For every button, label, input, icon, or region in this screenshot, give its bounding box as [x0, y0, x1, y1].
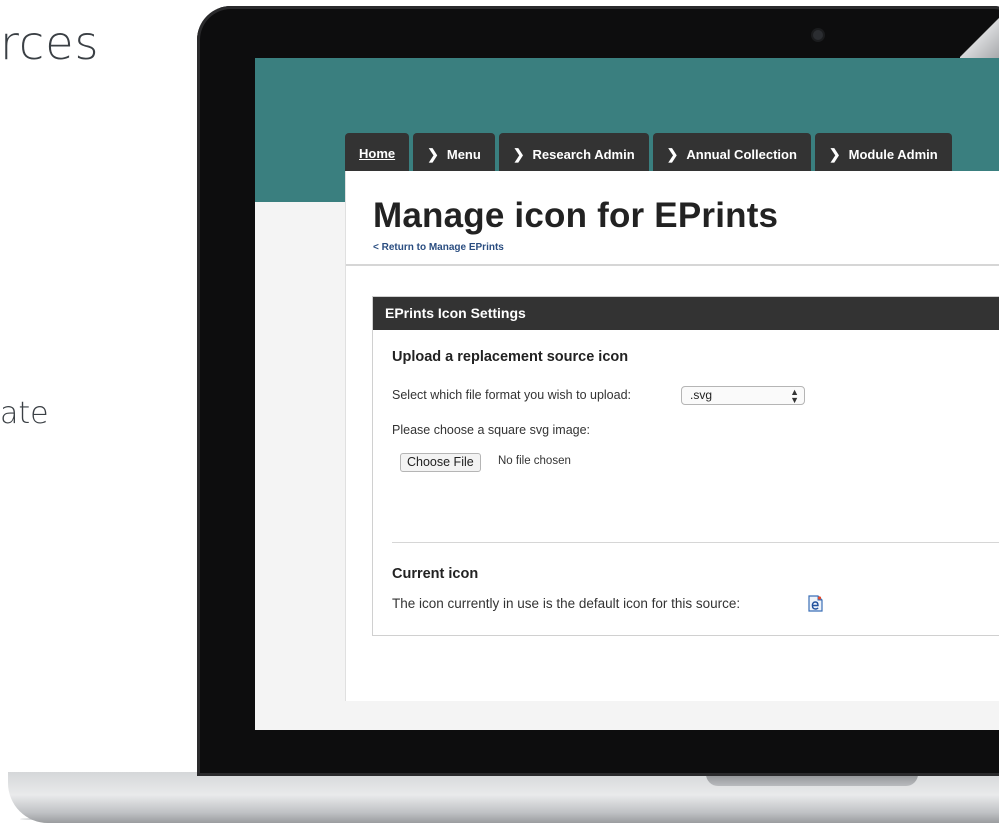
tab-research-admin[interactable]: ❯ Research Admin: [498, 133, 649, 171]
tab-home[interactable]: Home: [345, 133, 410, 171]
tab-module-admin-label: Module Admin: [848, 147, 938, 162]
panel-header: EPrints Icon Settings: [373, 297, 999, 330]
tab-module-admin[interactable]: ❯ Module Admin: [814, 133, 952, 171]
format-select[interactable]: .svg ▲ ▼: [681, 386, 805, 405]
current-icon-text: The icon currently in use is the default…: [392, 596, 741, 611]
bezel-glare: [960, 6, 999, 58]
select-arrows-icon: ▲ ▼: [790, 387, 799, 405]
chevron-right-icon: ❯: [666, 146, 679, 162]
tab-research-admin-label: Research Admin: [532, 147, 635, 162]
page-title: Manage icon for EPrints: [373, 196, 779, 235]
icon-settings-panel: EPrints Icon Settings Upload a replaceme…: [372, 296, 999, 636]
laptop-screen: Home ❯ Menu ❯ Research Admin ❯ Annual Colle…: [255, 58, 999, 730]
return-link[interactable]: < Return to Manage EPrints: [373, 242, 504, 253]
tab-annual-collection[interactable]: ❯ Annual Collection: [652, 133, 811, 171]
tab-annual-collection-label: Annual Collection: [686, 147, 797, 162]
choose-prompt: Please choose a square svg image:: [392, 423, 591, 437]
file-status: No file chosen: [498, 455, 571, 467]
format-select-value: .svg: [690, 388, 713, 402]
chevron-right-icon: ❯: [427, 146, 439, 162]
slide-title-fragment: rces: [0, 16, 100, 70]
camera-icon: [813, 30, 823, 40]
eprints-icon: [808, 595, 823, 612]
main-content: Manage icon for EPrints < Return to Mana…: [345, 171, 999, 701]
upload-heading: Upload a replacement source icon: [392, 349, 629, 365]
tab-menu-label: Menu: [446, 147, 481, 162]
chevron-right-icon: ❯: [512, 146, 525, 162]
tab-home-label: Home: [359, 146, 396, 161]
divider: [346, 264, 999, 266]
current-icon-heading: Current icon: [392, 566, 479, 582]
chevron-right-icon: ❯: [828, 146, 841, 162]
tab-menu[interactable]: ❯ Menu: [413, 133, 495, 171]
choose-file-button[interactable]: Choose File: [400, 453, 481, 472]
divider: [392, 542, 999, 543]
slide-text-fragment: ate: [0, 396, 49, 431]
format-label: Select which file format you wish to upl…: [392, 388, 632, 402]
breadcrumb-tabs: Home ❯ Menu ❯ Research Admin ❯ Annual Colle…: [345, 133, 956, 171]
